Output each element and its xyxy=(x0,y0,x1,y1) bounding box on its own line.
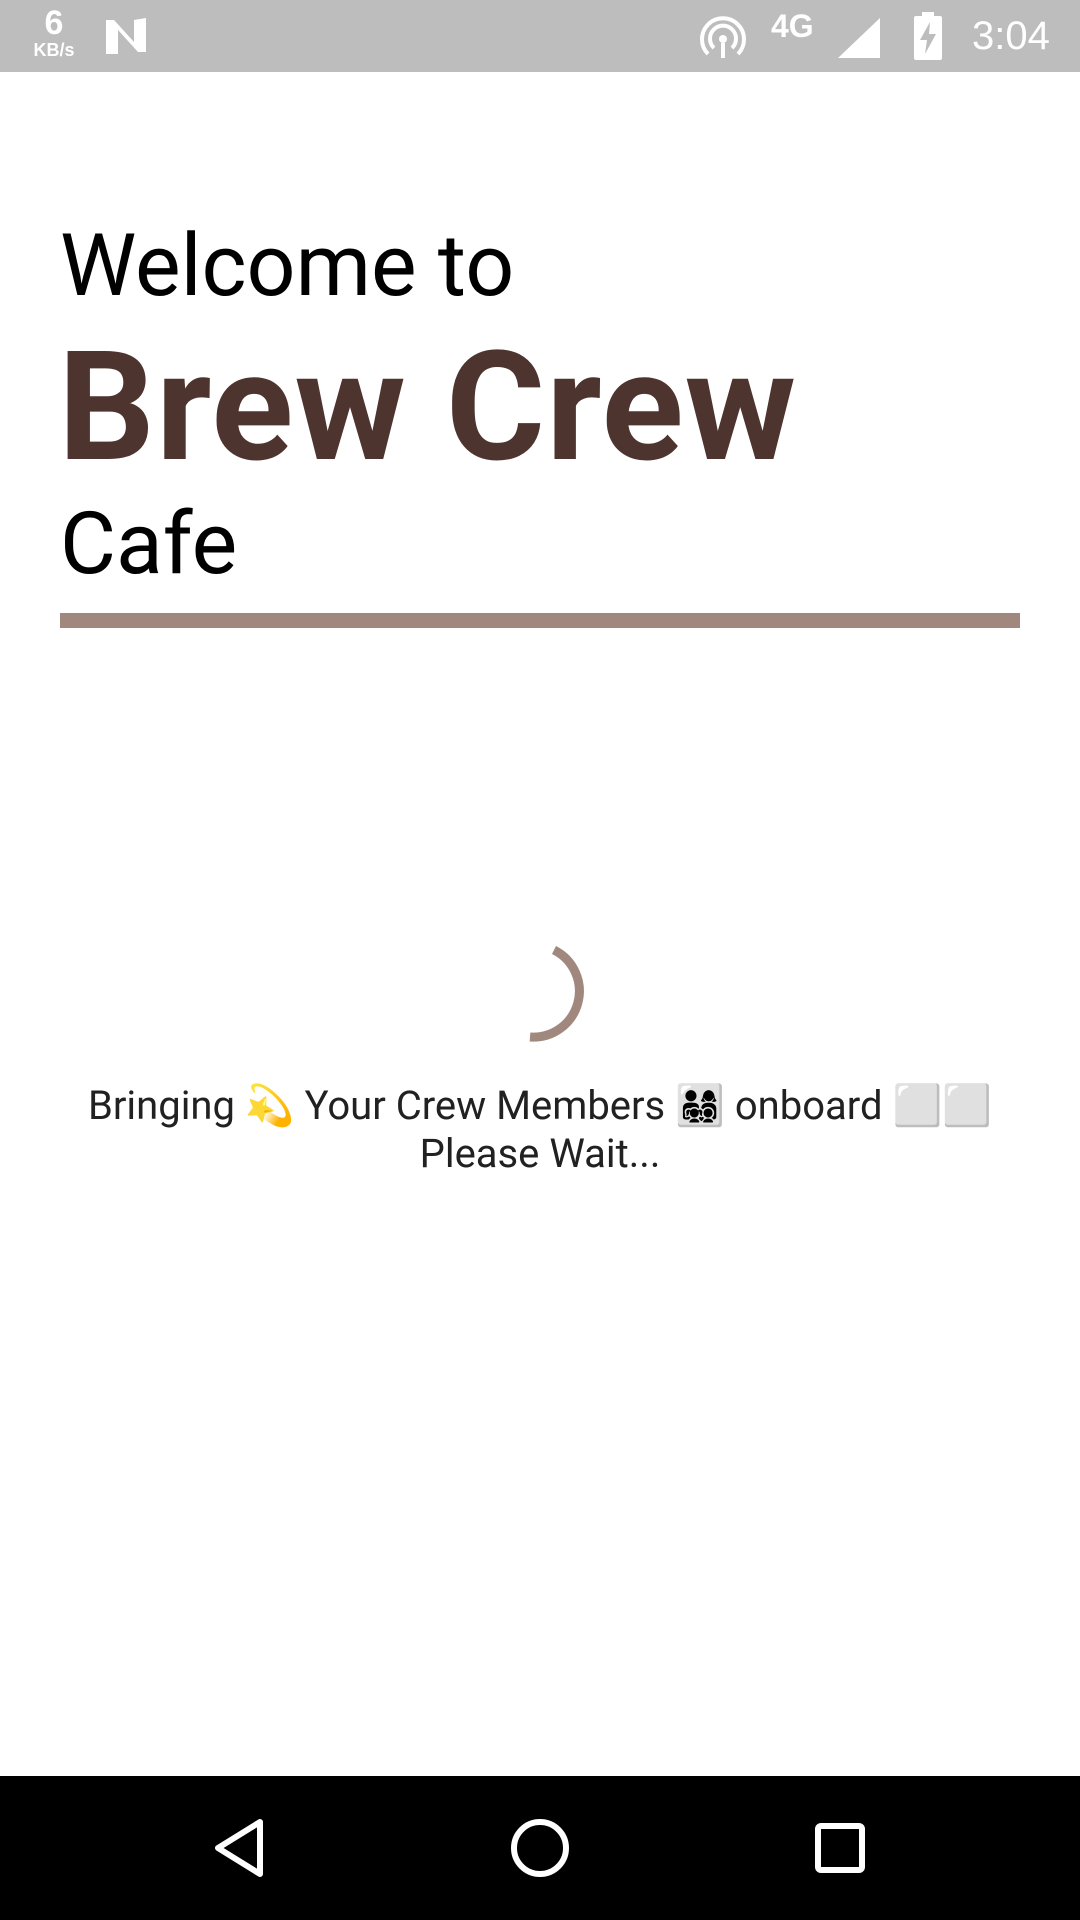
back-icon[interactable] xyxy=(204,1812,276,1884)
brand-subtitle: Cafe xyxy=(60,493,238,594)
loading-spinner xyxy=(529,945,584,1042)
recents-icon[interactable] xyxy=(804,1812,876,1884)
screen: 6 KB/s 4G 3:04 Welcome to Brew Crew Cafe xyxy=(0,0,1080,1920)
navigation-bar xyxy=(0,1776,1080,1920)
n-notification-icon xyxy=(106,18,146,54)
network-speed-unit: KB/s xyxy=(33,40,75,60)
battery-charging-icon xyxy=(914,12,942,60)
header-divider xyxy=(60,613,1020,628)
home-icon[interactable] xyxy=(504,1812,576,1884)
cell-signal-icon xyxy=(838,18,880,58)
status-bar: 6 KB/s 4G 3:04 xyxy=(0,0,1080,72)
network-type: 4G xyxy=(771,8,814,44)
loading-message-line1: Bringing 💫 Your Crew Members 👨‍👩‍👧‍👦 onb… xyxy=(87,1082,993,1129)
brand-title: Brew Crew xyxy=(58,319,798,497)
welcome-text: Welcome to xyxy=(60,215,515,316)
hotspot-icon xyxy=(700,16,746,58)
loading-message-line2: Please Wait... xyxy=(419,1130,661,1177)
status-clock: 3:04 xyxy=(972,14,1050,58)
network-speed: 6 KB/s xyxy=(26,6,82,59)
loading-message: Bringing 💫 Your Crew Members 👨‍👩‍👧‍👦 onb… xyxy=(40,1082,1040,1178)
network-speed-value: 6 xyxy=(44,4,64,42)
